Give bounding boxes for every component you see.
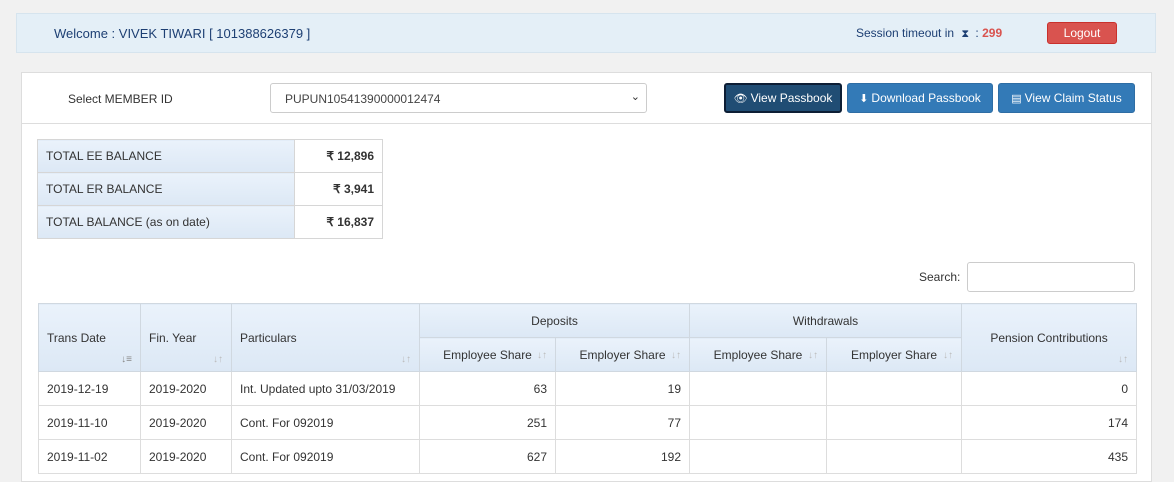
card-icon: ▤ <box>1011 93 1022 105</box>
particulars-cell: Cont. For 092019 <box>231 439 420 474</box>
withdrawal-employer-cell <box>825 405 963 440</box>
table-header-row: Trans Date ↓≡ Fin. Year ↓↑ Particulars ↓… <box>38 303 1138 372</box>
sort-icon: ↓↑ <box>213 354 223 365</box>
fin-year-cell: 2019-2020 <box>140 371 232 406</box>
member-toolbar: Select MEMBER ID PUPUN10541390000012474 … <box>22 73 1151 124</box>
withdrawal-employer-cell <box>825 371 963 406</box>
balance-value: ₹ 12,896 <box>294 139 383 173</box>
session-timeout-label: Session timeout in <box>856 26 955 40</box>
deposit-employee-cell: 627 <box>419 439 556 474</box>
table-row: 2019-11-10 2019-2020 Cont. For 092019 25… <box>38 405 1138 440</box>
passbook-panel: Select MEMBER ID PUPUN10541390000012474 … <box>21 72 1152 482</box>
withdrawal-employer-share-header[interactable]: Employer Share ↓↑ <box>825 337 963 372</box>
trans-date-cell: 2019-12-19 <box>38 371 141 406</box>
withdrawal-employee-share-header[interactable]: Employee Share ↓↑ <box>689 337 827 372</box>
employer-share-label: Employer Share <box>579 347 666 362</box>
employer-share-label: Employer Share <box>850 347 938 362</box>
particulars-cell: Int. Updated upto 31/03/2019 <box>231 371 420 406</box>
deposit-employee-share-header[interactable]: Employee Share ↓↑ <box>419 337 556 372</box>
balance-summary-table: TOTAL EE BALANCE ₹ 12,896 TOTAL ER BALAN… <box>37 139 383 239</box>
pension-label: Pension Contributions <box>990 330 1108 345</box>
sort-icon: ↓↑ <box>537 350 547 361</box>
download-passbook-label: Download Passbook <box>871 91 981 105</box>
deposit-employer-share-header[interactable]: Employer Share ↓↑ <box>555 337 690 372</box>
member-id-label: Select MEMBER ID <box>68 92 173 106</box>
balance-row: TOTAL BALANCE (as on date) ₹ 16,837 <box>37 205 383 239</box>
deposit-employer-cell: 192 <box>555 439 690 474</box>
session-countdown: 299 <box>982 26 1003 40</box>
view-passbook-label: View Passbook <box>750 91 833 105</box>
sort-desc-icon: ↓≡ <box>121 354 132 365</box>
withdrawal-employee-cell <box>689 371 827 406</box>
session-timeout: Session timeout in ⧗: 299 <box>856 26 1002 41</box>
trans-date-cell: 2019-11-10 <box>38 405 141 440</box>
trans-date-cell: 2019-11-02 <box>38 439 141 474</box>
particulars-label: Particulars <box>240 330 297 345</box>
search-label: Search: <box>919 270 961 284</box>
member-id-value: PUPUN10541390000012474 <box>285 92 441 106</box>
employee-share-label: Employee Share <box>443 347 532 362</box>
pension-cell: 0 <box>961 371 1138 406</box>
pension-cell: 435 <box>961 439 1138 474</box>
deposits-header: Deposits <box>419 303 690 338</box>
fin-year-header[interactable]: Fin. Year ↓↑ <box>140 303 232 372</box>
balance-row: TOTAL EE BALANCE ₹ 12,896 <box>37 139 383 173</box>
view-claim-status-label: View Claim Status <box>1024 91 1122 105</box>
pension-header[interactable]: Pension Contributions ↓↑ <box>961 303 1138 372</box>
balance-label: TOTAL EE BALANCE <box>37 139 295 173</box>
welcome-text: Welcome : VIVEK TIWARI [ 101388626379 ] <box>54 26 311 41</box>
chevron-down-icon: ⌄ <box>630 91 640 103</box>
sort-icon: ↓↑ <box>943 350 954 361</box>
balance-row: TOTAL ER BALANCE ₹ 3,941 <box>37 172 383 206</box>
sort-icon: ↓↑ <box>671 350 681 361</box>
withdrawal-employer-cell <box>825 439 963 474</box>
deposit-employer-cell: 19 <box>555 371 690 406</box>
deposit-employer-cell: 77 <box>555 405 690 440</box>
table-row: 2019-11-02 2019-2020 Cont. For 092019 62… <box>38 439 1138 474</box>
sort-icon: ↓↑ <box>808 350 818 361</box>
member-id-select[interactable]: PUPUN10541390000012474 ⌄ <box>270 83 647 113</box>
deposit-employee-cell: 251 <box>419 405 556 440</box>
download-icon: ⬇ <box>859 93 869 105</box>
pension-cell: 174 <box>961 405 1138 440</box>
search-input[interactable] <box>967 262 1135 292</box>
table-row: 2019-12-19 2019-2020 Int. Updated upto 3… <box>38 371 1138 406</box>
sort-icon: ↓↑ <box>1118 354 1129 365</box>
balance-value: ₹ 3,941 <box>294 172 383 206</box>
session-separator: : <box>975 26 979 40</box>
deposit-employee-cell: 63 <box>419 371 556 406</box>
fin-year-cell: 2019-2020 <box>140 439 232 474</box>
employee-share-label: Employee Share <box>713 347 803 362</box>
eye-icon: 👁 <box>733 93 748 105</box>
withdrawals-header: Withdrawals <box>688 303 963 338</box>
download-passbook-button[interactable]: ⬇ Download Passbook <box>847 83 993 113</box>
sort-icon: ↓↑ <box>401 354 411 365</box>
trans-date-header[interactable]: Trans Date ↓≡ <box>38 303 141 372</box>
withdrawal-employee-cell <box>689 405 827 440</box>
balance-label: TOTAL ER BALANCE <box>37 172 295 206</box>
view-claim-status-button[interactable]: ▤ View Claim Status <box>998 83 1135 113</box>
transactions-table: Trans Date ↓≡ Fin. Year ↓↑ Particulars ↓… <box>38 303 1138 474</box>
particulars-cell: Cont. For 092019 <box>231 405 420 440</box>
top-bar: Welcome : VIVEK TIWARI [ 101388626379 ] … <box>16 13 1156 53</box>
withdrawal-employee-cell <box>689 439 827 474</box>
logout-button[interactable]: Logout <box>1047 22 1117 44</box>
balance-label: TOTAL BALANCE (as on date) <box>37 205 295 239</box>
view-passbook-button[interactable]: 👁 View Passbook <box>724 83 842 113</box>
hourglass-icon: ⧗ <box>961 28 970 40</box>
balance-value: ₹ 16,837 <box>294 205 383 239</box>
fin-year-cell: 2019-2020 <box>140 405 232 440</box>
particulars-header[interactable]: Particulars ↓↑ <box>231 303 420 372</box>
fin-year-label: Fin. Year <box>149 330 197 345</box>
trans-date-label: Trans Date <box>47 330 106 345</box>
